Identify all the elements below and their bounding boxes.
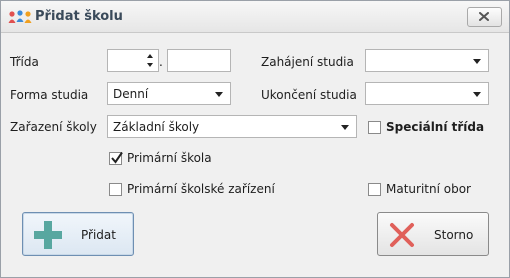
spin-up-icon[interactable] [147,54,153,58]
zahajeni-studia-select[interactable] [365,49,489,72]
trida-letter-input[interactable] [167,49,231,72]
chevron-down-icon [341,125,349,130]
add-button-label: Přidat [81,228,116,242]
maturitni-obor-checkbox[interactable] [368,183,381,196]
primarni-skola-label[interactable]: Primární škola [127,151,212,165]
close-icon [479,12,489,21]
x-icon [390,223,414,247]
forma-studia-label: Forma studia [10,88,89,102]
chevron-down-icon [473,92,481,97]
add-button[interactable]: Přidat [22,212,134,256]
add-school-dialog: Přidat školu Třída . Zahájení studia For… [0,0,510,278]
window-title: Přidat školu [35,9,123,24]
chevron-down-icon [473,59,481,64]
spin-down-icon[interactable] [147,63,153,67]
cancel-button-label: Storno [434,228,474,242]
trida-separator: . [159,55,163,69]
people-group-icon [8,10,32,23]
forma-studia-value: Denní [113,87,149,101]
plus-icon [34,221,62,249]
ukonceni-studia-label: Ukončení studia [261,88,357,102]
trida-label: Třída [10,55,39,69]
ukonceni-studia-select[interactable] [365,82,489,105]
checkmark-icon [111,151,123,164]
zarazeni-skoly-label: Zařazení školy [10,120,97,134]
maturitni-obor-label[interactable]: Maturitní obor [386,182,471,196]
forma-studia-select[interactable]: Denní [107,82,231,105]
chevron-down-icon [215,92,223,97]
zahajeni-studia-label: Zahájení studia [261,55,354,69]
specialni-trida-checkbox[interactable] [368,121,381,134]
close-button[interactable] [467,7,502,27]
primarni-skolske-zarizeni-label[interactable]: Primární školské zařízení [127,182,275,196]
title-bar: Přidat školu [1,1,509,33]
primarni-skolske-zarizeni-checkbox[interactable] [109,183,122,196]
specialni-trida-label[interactable]: Speciální třída [386,120,484,134]
zarazeni-skoly-select[interactable]: Základní školy [107,115,357,138]
zarazeni-skoly-value: Základní školy [113,120,200,134]
cancel-button[interactable]: Storno [377,212,489,256]
primarni-skola-checkbox[interactable] [109,151,123,165]
trida-number-stepper[interactable] [107,49,159,72]
